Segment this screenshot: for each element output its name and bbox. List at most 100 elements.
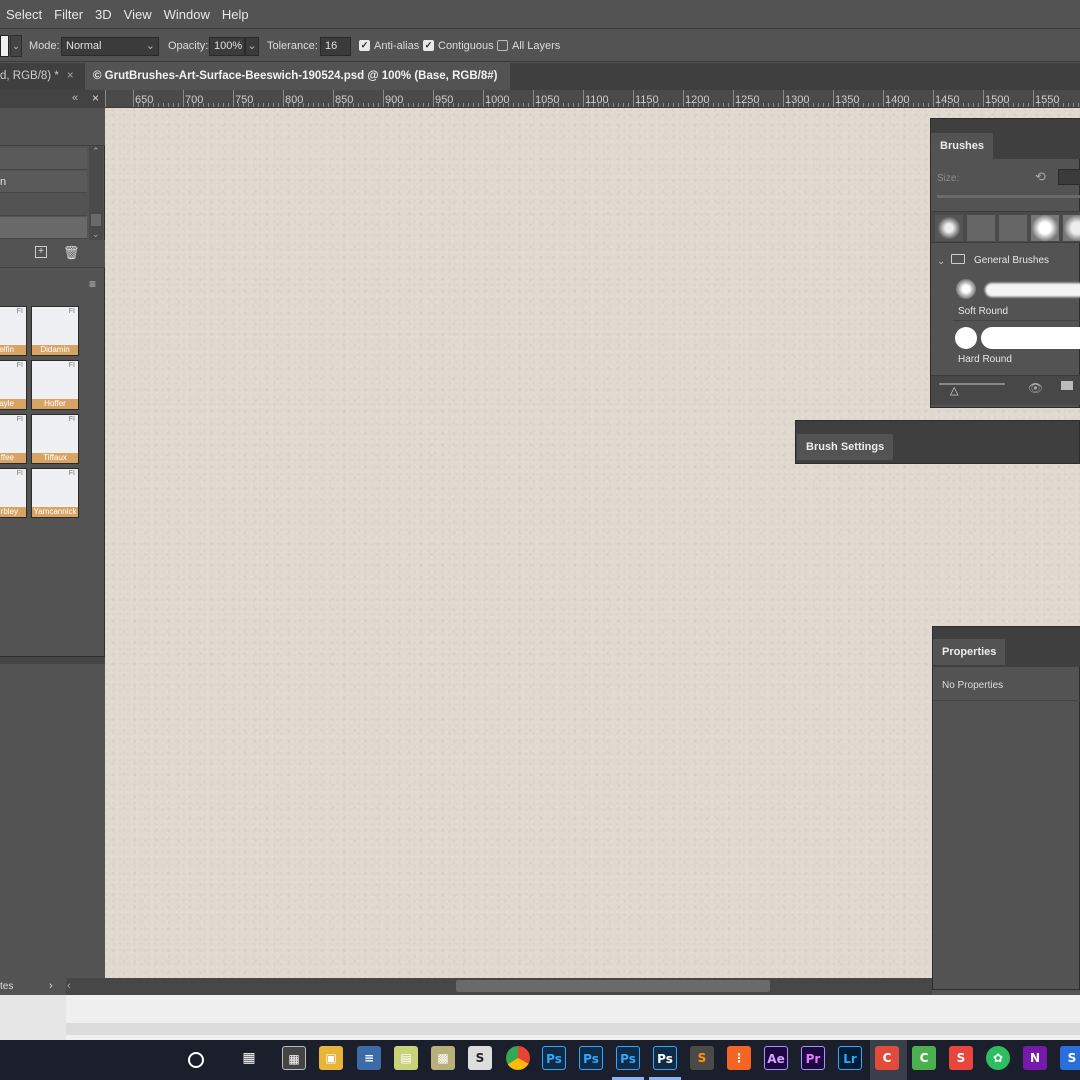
swatch-tile[interactable]: FI Didamin — [31, 306, 79, 356]
camtasia-green-icon[interactable]: C — [912, 1046, 936, 1070]
new-layer-icon[interactable]: + — [35, 246, 47, 258]
brush-thumb[interactable] — [1063, 215, 1080, 241]
tab-properties[interactable]: Properties — [933, 639, 1006, 665]
close-icon[interactable]: × — [92, 91, 99, 105]
swatch-tile[interactable]: FI elfin — [0, 306, 27, 356]
ruler-tick — [683, 90, 684, 107]
ruler-minor-tick — [518, 103, 519, 107]
ruler-minor-tick — [363, 103, 364, 107]
list-item[interactable]: n — [0, 171, 87, 193]
thumbnail-size-slider[interactable] — [939, 383, 1005, 385]
brush-thumb[interactable] — [967, 215, 995, 241]
no-properties-text: No Properties — [942, 680, 1004, 691]
photoshop-icon[interactable]: Ps — [653, 1046, 677, 1070]
swatch-tile[interactable]: FI rbley — [0, 468, 27, 518]
after-effects-icon[interactable]: Ae — [764, 1046, 788, 1070]
ruler-tick — [183, 90, 184, 107]
chevron-right-icon[interactable]: › — [49, 980, 53, 992]
menu-select[interactable]: Select — [0, 7, 48, 22]
swatch-tile[interactable]: FI ayle — [0, 360, 27, 410]
file-explorer-icon[interactable]: ▣ — [319, 1046, 343, 1070]
ruler-minor-tick — [568, 103, 569, 107]
photoshop-icon[interactable]: Ps — [616, 1046, 640, 1070]
swatch-tile[interactable]: FI Yamcannick — [31, 468, 79, 518]
map-icon[interactable]: ▩ — [431, 1046, 455, 1070]
menu-window[interactable]: Window — [158, 7, 216, 22]
tool-preset-dropdown[interactable]: ⌄ — [10, 35, 22, 57]
brush-thumb[interactable] — [935, 215, 963, 241]
tab-document-1[interactable]: d, RGB/8) * × — [0, 63, 84, 90]
ruler-minor-tick — [798, 103, 799, 107]
menu-help[interactable]: Help — [216, 7, 255, 22]
snagit-icon[interactable]: S — [949, 1046, 973, 1070]
opacity-field[interactable]: 100% — [209, 37, 245, 56]
menu-3d[interactable]: 3D — [89, 7, 118, 22]
anti-alias-label: Anti-alias — [374, 40, 420, 52]
ruler-minor-tick — [898, 103, 899, 107]
app-list-icon[interactable]: ≡ — [357, 1046, 381, 1070]
collapse-icon[interactable]: « — [72, 92, 78, 104]
cortana-icon[interactable] — [188, 1052, 204, 1068]
folder-icon — [951, 254, 965, 264]
ruler-minor-tick — [613, 103, 614, 107]
ruler-minor-tick — [278, 103, 279, 107]
contiguous-checkbox[interactable]: ✓ — [423, 40, 434, 51]
chrome-icon[interactable] — [506, 1046, 530, 1070]
brush-thumb[interactable] — [999, 215, 1027, 241]
list-item[interactable] — [0, 194, 87, 216]
photoshop-icon[interactable]: Ps — [542, 1046, 566, 1070]
trash-icon[interactable]: 🗑 — [63, 245, 80, 261]
spreadsheet-icon[interactable]: ▤ — [394, 1046, 418, 1070]
folder-icon[interactable] — [1061, 381, 1073, 390]
size-slider[interactable] — [937, 195, 1080, 198]
brush-item-soft-round[interactable]: Soft Round — [953, 275, 1080, 321]
app-orange-icon[interactable]: ⋮ — [727, 1046, 751, 1070]
chevron-down-icon[interactable]: ⌄ — [937, 256, 945, 267]
tolerance-field[interactable]: 16 — [320, 37, 351, 56]
close-icon[interactable]: × — [67, 70, 74, 82]
swatch-tile[interactable]: FI ffee — [0, 414, 27, 464]
scrollbar[interactable]: ⌃ ⌄ — [89, 146, 103, 240]
ruler-minor-tick — [473, 103, 474, 107]
mode-select[interactable]: Normal ⌄ — [61, 37, 159, 56]
anti-alias-checkbox[interactable]: ✓ — [359, 40, 370, 51]
chevron-left-icon[interactable]: ‹ — [67, 980, 71, 992]
brush-thumb[interactable] — [1031, 215, 1059, 241]
brush-settings-panel: Brush Settings — [795, 420, 1080, 464]
sublime-icon[interactable]: S — [690, 1046, 714, 1070]
photoshop-icon[interactable]: Ps — [579, 1046, 603, 1070]
menu-filter[interactable]: Filter — [48, 7, 89, 22]
calculator-icon[interactable]: ▦ — [282, 1046, 306, 1070]
lightroom-icon[interactable]: Lr — [838, 1046, 862, 1070]
brush-group-label[interactable]: General Brushes — [974, 255, 1049, 266]
premiere-icon[interactable]: Pr — [801, 1046, 825, 1070]
swatch-tile[interactable]: FI Tiffaux — [31, 414, 79, 464]
onenote-icon[interactable]: N — [1023, 1046, 1047, 1070]
opacity-dropdown[interactable]: ⌄ — [245, 37, 259, 56]
evernote-icon[interactable]: ✿ — [986, 1046, 1010, 1070]
tab-brush-settings[interactable]: Brush Settings — [797, 434, 894, 460]
ruler-minor-tick — [418, 103, 419, 107]
all-layers-checkbox[interactable] — [497, 40, 508, 51]
ruler-minor-tick — [913, 103, 914, 107]
task-view-icon[interactable]: ▦ — [237, 1046, 261, 1070]
size-field[interactable] — [1058, 169, 1080, 185]
eye-icon[interactable]: 👁 — [1028, 381, 1043, 395]
brush-item-hard-round[interactable]: Hard Round — [953, 323, 1080, 369]
skype-icon[interactable]: S — [1060, 1046, 1080, 1070]
ruler-minor-tick — [713, 103, 714, 107]
scrollbar-thumb[interactable] — [456, 980, 770, 992]
reset-icon[interactable]: ⟲ — [1035, 169, 1046, 185]
swatch-tile[interactable]: FI Hoffer — [31, 360, 79, 410]
menu-view[interactable]: View — [118, 7, 158, 22]
camtasia-icon[interactable]: C — [875, 1046, 899, 1070]
panel-menu-icon[interactable]: ≡ — [89, 277, 96, 291]
scrivener-icon[interactable]: S — [468, 1046, 492, 1070]
list-item[interactable] — [0, 148, 87, 170]
tab-document-2[interactable]: © GrutBrushes-Art-Surface-Beeswich-19052… — [85, 63, 510, 109]
tab-brushes[interactable]: Brushes — [931, 133, 994, 159]
slider-handle-icon[interactable]: △ — [950, 384, 958, 397]
list-item[interactable] — [0, 217, 87, 239]
ruler-minor-tick — [508, 103, 509, 107]
tool-preset-swatch[interactable] — [0, 35, 9, 57]
